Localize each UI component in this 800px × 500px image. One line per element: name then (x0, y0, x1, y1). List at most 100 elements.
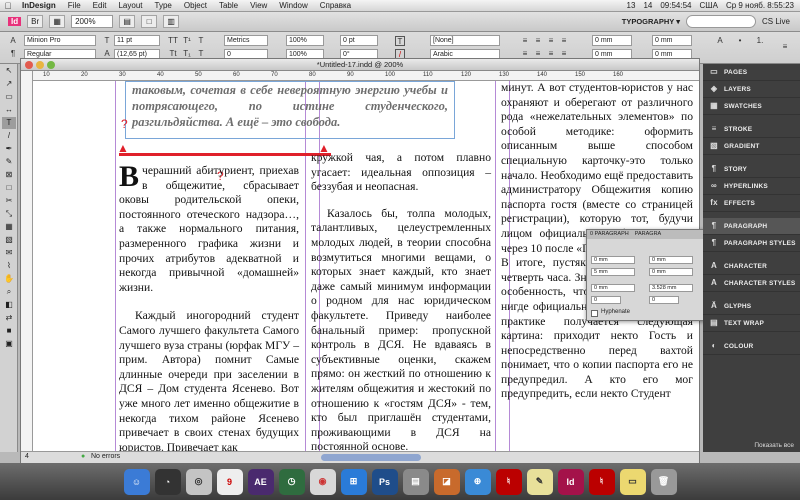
vertical-scale-field[interactable]: 100% (286, 35, 324, 46)
panel-effects[interactable]: fx EFFECTS (703, 195, 800, 212)
horizontal-scrollbar[interactable] (321, 454, 421, 461)
stickies-icon[interactable]: ▭ (619, 468, 646, 495)
status-clock[interactable]: Ср 9 нояб. 8:55:23 (726, 1, 794, 10)
pencil-tool-icon[interactable]: ✎ (2, 156, 16, 168)
page-tool-icon[interactable]: ▭ (2, 91, 16, 103)
tab-paragraph-styles[interactable]: PARAGRA (632, 230, 665, 239)
screen-mode-icon[interactable]: □ (141, 15, 158, 28)
acrobat-2-icon[interactable]: ♮ (588, 468, 615, 495)
panel-layers[interactable]: ◈ LAYERS (703, 81, 800, 98)
fill-stroke-icon[interactable]: ◧ (2, 299, 16, 311)
rectangle-frame-tool-icon[interactable]: ⊠ (2, 169, 16, 181)
space-before-field[interactable]: 0 mm (591, 284, 635, 292)
space-after-field[interactable]: 3.528 mm (649, 284, 693, 292)
column-2-text[interactable]: кружкой чая, а потом плавно угасает: иде… (311, 151, 491, 451)
show-all-button[interactable]: Показать все (703, 440, 800, 452)
paragraph-mode-icon[interactable]: ¶ (8, 49, 18, 59)
font-family-field[interactable]: Minion Pro (24, 35, 96, 46)
view-options-icon[interactable]: ▤ (119, 15, 136, 28)
eyedropper-tool-icon[interactable]: ⌇ (2, 260, 16, 272)
panel-glyphs[interactable]: Ä GLYPHS (703, 298, 800, 315)
minimize-window-icon[interactable] (36, 61, 44, 69)
align-left-icon[interactable]: ≡ (520, 36, 530, 46)
font-size-field[interactable]: 11 pt (114, 35, 160, 46)
photoshop-icon[interactable]: Ps (371, 468, 398, 495)
direct-selection-tool-icon[interactable]: ↗ (2, 78, 16, 90)
menu-type[interactable]: Type (149, 1, 178, 10)
right-indent-field[interactable]: 0 mm (649, 256, 693, 264)
menu-app-name[interactable]: InDesign (16, 1, 62, 10)
zoom-tool-icon[interactable]: ⌕ (2, 286, 16, 298)
character-style-field[interactable]: [None] (430, 35, 500, 46)
horizontal-ruler[interactable]: 10 20 30 40 50 60 70 80 90 100 110 120 1… (33, 71, 699, 81)
left-indent-field[interactable]: 0 mm (591, 256, 635, 264)
zoom-window-icon[interactable] (47, 61, 55, 69)
chrome-icon[interactable]: ◎ (185, 468, 212, 495)
status-item-1[interactable]: 13 (627, 1, 636, 10)
rectangle-tool-icon[interactable]: □ (2, 182, 16, 194)
superscript-icon[interactable]: T¹ (182, 36, 192, 46)
align-right-icon[interactable]: ≡ (546, 36, 556, 46)
free-transform-tool-icon[interactable]: ⤡ (2, 208, 16, 220)
menu-view[interactable]: View (244, 1, 273, 10)
menu-window[interactable]: Window (273, 1, 313, 10)
line-tool-icon[interactable]: / (2, 130, 16, 142)
preflight-status-icon[interactable]: ● (81, 453, 85, 460)
column-1-text[interactable]: В черашний абитуриент, приехав в общежит… (119, 162, 299, 452)
panel-story[interactable]: ¶ STORY (703, 161, 800, 178)
arrange-documents-icon[interactable]: ▥ (163, 15, 180, 28)
panel-gradient[interactable]: ▧ GRADIENT (703, 138, 800, 155)
preflight-status[interactable]: No errors (91, 453, 120, 460)
gradient-feather-tool-icon[interactable]: ▧ (2, 234, 16, 246)
panel-text-wrap[interactable]: ▤ TEXT WRAP (703, 315, 800, 332)
panel-character[interactable]: A CHARACTER (703, 258, 800, 275)
panel-colour[interactable]: ◐ COLOUR (703, 338, 800, 355)
vertical-ruler[interactable] (21, 71, 33, 451)
panel-character-styles[interactable]: A CHARACTER STYLES (703, 275, 800, 292)
swap-colors-icon[interactable]: ⇄ (2, 312, 16, 324)
zoom-level-select[interactable]: 200% (71, 15, 114, 28)
menu-help[interactable]: Справка (314, 1, 357, 10)
menu-edit[interactable]: Edit (87, 1, 113, 10)
baseline-shift-field[interactable]: 0 pt (340, 35, 378, 46)
space-before-field[interactable]: 0 mm (652, 35, 692, 46)
left-indent-field[interactable]: 0 mm (592, 35, 632, 46)
menu-layout[interactable]: Layout (112, 1, 148, 10)
search-field[interactable] (685, 15, 756, 28)
scissors-tool-icon[interactable]: ✂ (2, 195, 16, 207)
fill-color-icon[interactable]: T (395, 36, 405, 46)
apply-color-icon[interactable]: ■ (2, 325, 16, 337)
screen-mode-icon[interactable]: ▣ (2, 338, 16, 350)
drop-cap-icon[interactable]: A (715, 36, 725, 46)
all-caps-icon[interactable]: TT (168, 36, 178, 46)
type-tool-icon[interactable]: T (2, 117, 16, 129)
cs-live-button[interactable]: CS Live (762, 17, 790, 26)
first-line-indent-field[interactable]: 5 mm (591, 268, 635, 276)
panel-stroke[interactable]: ≡ STROKE (703, 121, 800, 138)
drop-cap-chars-field[interactable]: 0 (649, 296, 679, 304)
hand-tool-icon[interactable]: ✋ (2, 273, 16, 285)
align-center-icon[interactable]: ≡ (533, 36, 543, 46)
panel-paragraph-styles[interactable]: ¶ PARAGRAPH STYLES (703, 235, 800, 252)
gradient-swatch-tool-icon[interactable]: ▦ (2, 221, 16, 233)
menu-file[interactable]: File (62, 1, 87, 10)
minibridge-icon[interactable]: ▦ (49, 15, 66, 28)
indesign-icon[interactable]: Id (557, 468, 584, 495)
panel-menu-icon[interactable]: ≡ (780, 42, 790, 52)
chrome-2-icon[interactable]: ◉ (309, 468, 336, 495)
hyphenate-checkbox[interactable] (591, 310, 598, 317)
trash-icon[interactable]: 🗑 (650, 468, 677, 495)
tab-paragraph[interactable]: 0 PARAGRAPH (587, 230, 632, 239)
bullets-icon[interactable]: • (735, 36, 745, 46)
pen-tool-icon[interactable]: ✒ (2, 143, 16, 155)
time-machine-icon[interactable]: ◷ (278, 468, 305, 495)
underline-icon[interactable]: T (196, 36, 206, 46)
selection-tool-icon[interactable]: ↖ (2, 65, 16, 77)
gap-tool-icon[interactable]: ↔ (2, 104, 16, 116)
preview-icon[interactable]: ◪ (433, 468, 460, 495)
acrobat-icon[interactable]: ♮ (495, 468, 522, 495)
windows-icon[interactable]: ⊞ (340, 468, 367, 495)
character-mode-icon[interactable]: A (8, 36, 18, 46)
workspace-switcher[interactable]: TYPOGRAPHY ▾ (622, 17, 680, 26)
calendar-icon[interactable]: 9 (216, 468, 243, 495)
